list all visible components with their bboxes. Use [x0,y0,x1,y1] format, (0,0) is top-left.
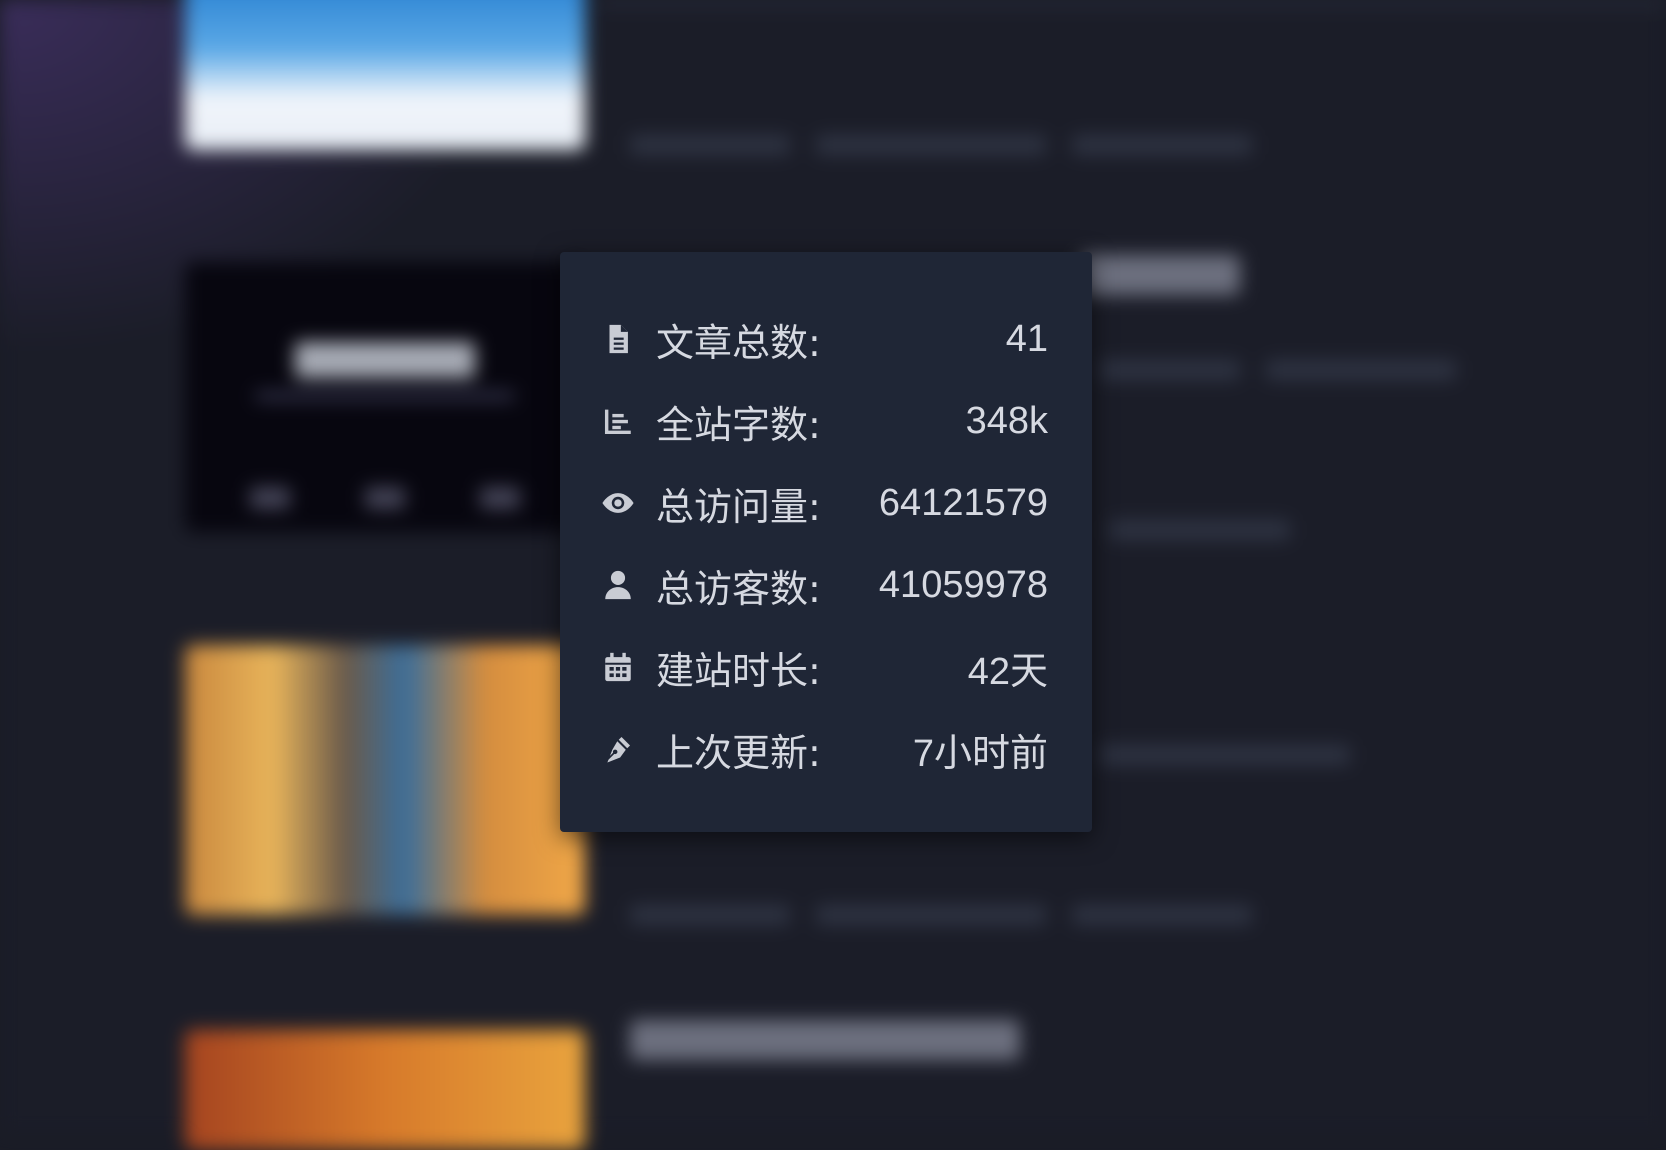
post-meta-row [1100,360,1456,382]
blurred-top-divider [600,0,1666,6]
file-text-icon [600,319,636,359]
stat-row-page-views: 总访问量: 64121579 [600,462,1048,544]
pen-icon [600,729,636,769]
post-meta-row [1100,745,1350,767]
stat-label: 总访客数: [656,566,821,611]
bar-chart-icon [600,401,636,441]
stat-row-site-age: 建站时长: 42天 [600,626,1048,708]
stat-label: 建站时长: [656,648,821,693]
stat-value: 7小时前 [912,732,1048,775]
stat-value: 41059978 [878,563,1048,606]
post-meta-row [630,135,1252,157]
site-stats-popup: 文章总数: 41 全站字数: 348k 总访问量: 64121579 总访客数:… [560,252,1092,832]
post-cover-anime[interactable] [185,645,585,915]
stat-value: 42天 [967,650,1048,693]
post-title-blurred[interactable] [630,1020,1020,1060]
stat-row-article-count: 文章总数: 41 [600,298,1048,380]
stat-value: 64121579 [878,481,1048,524]
post-cover-orange[interactable] [185,1030,585,1150]
stat-value: 348k [965,399,1048,442]
post-meta-row [630,905,1252,927]
post-meta-row [1110,520,1290,542]
stat-label: 全站字数: [656,402,821,447]
stat-label: 上次更新: [656,730,821,775]
user-icon [600,565,636,605]
stat-value: 41 [1005,317,1048,360]
stat-label: 文章总数: [656,320,821,365]
stat-label: 总访问量: [656,484,821,529]
eye-icon [600,483,636,523]
post-title-blurred[interactable] [1080,255,1240,295]
stat-row-last-update: 上次更新: 7小时前 [600,708,1048,790]
calendar-icon [600,647,636,687]
post-cover-dark[interactable] [185,262,585,532]
stat-row-word-count: 全站字数: 348k [600,380,1048,462]
post-cover-sky[interactable] [185,0,585,150]
stat-row-visitors: 总访客数: 41059978 [600,544,1048,626]
